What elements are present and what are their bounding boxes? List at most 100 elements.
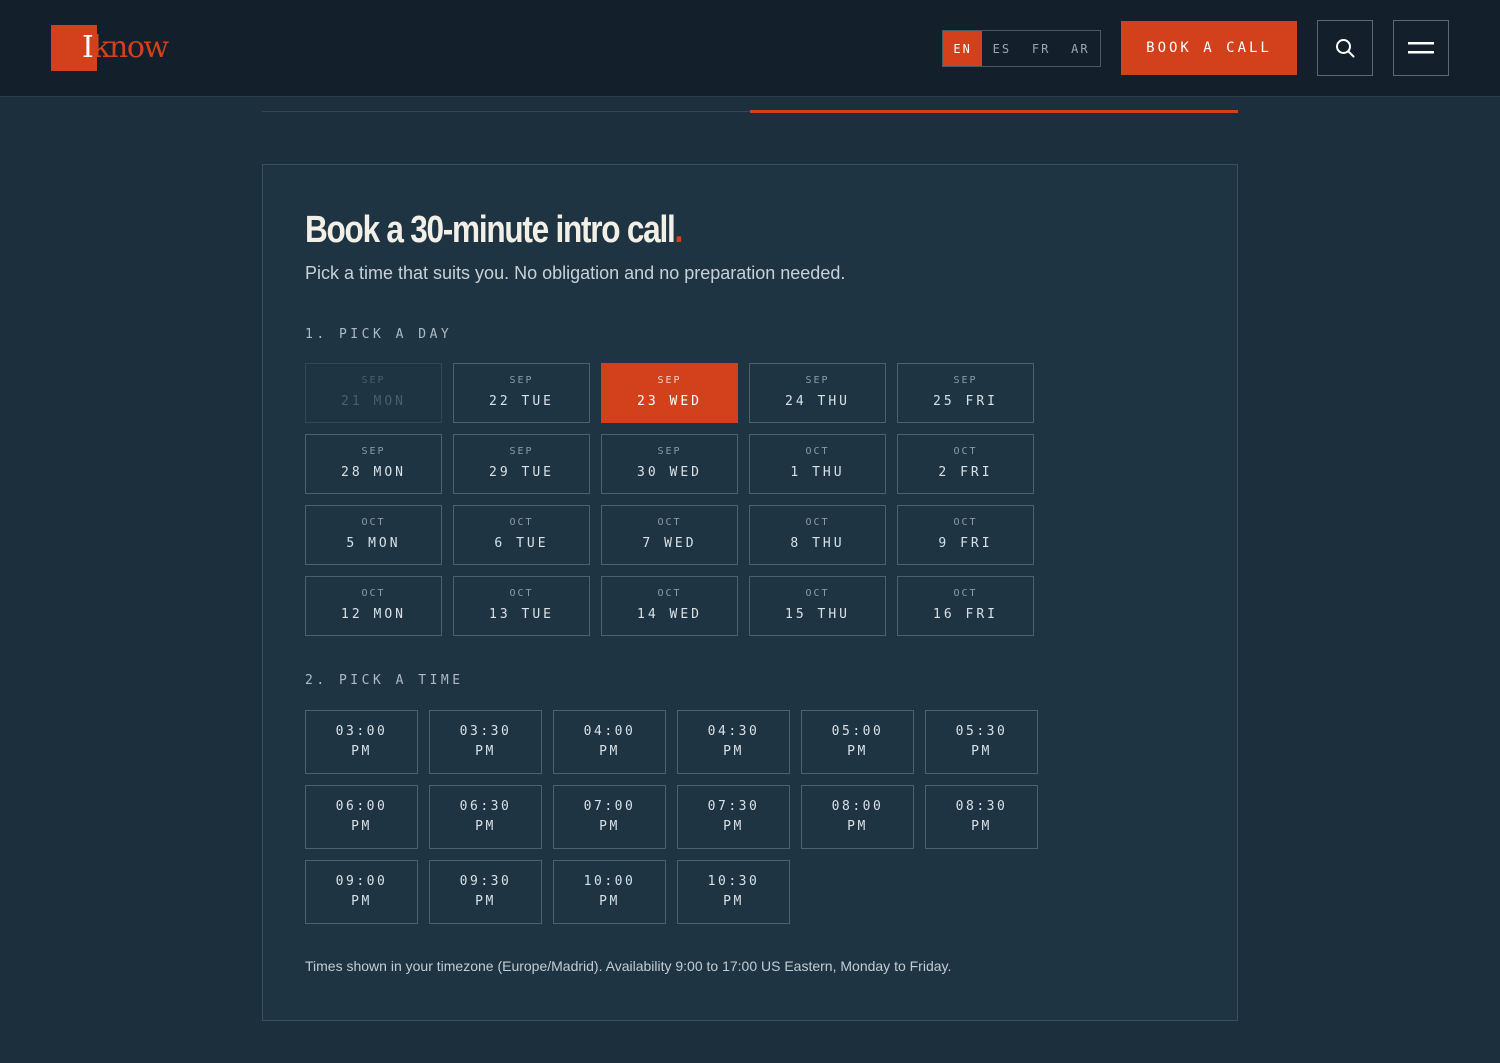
time-value: 06:30 [459, 799, 512, 814]
time-period: PM [599, 819, 620, 834]
day-month: OCT [805, 446, 830, 457]
day-option[interactable]: SEP 25 FRI [897, 363, 1034, 423]
time-option[interactable]: 07:00 PM [553, 785, 666, 849]
time-value: 09:00 [335, 874, 388, 889]
time-period: PM [351, 894, 372, 909]
time-value: 07:30 [707, 799, 760, 814]
time-option[interactable]: 06:30 PM [429, 785, 542, 849]
time-period: PM [475, 744, 496, 759]
iknow-logo[interactable]: Iknow [51, 25, 191, 71]
day-date: 30 WED [637, 465, 702, 480]
time-option[interactable]: 03:00 PM [305, 710, 418, 774]
lang-ar[interactable]: AR [1061, 31, 1100, 66]
day-option[interactable]: SEP 30 WED [601, 434, 738, 494]
day-date: 8 THU [790, 536, 845, 551]
time-option[interactable]: 09:00 PM [305, 860, 418, 924]
day-option[interactable]: OCT 5 MON [305, 505, 442, 565]
time-period: PM [351, 744, 372, 759]
time-value: 03:30 [459, 724, 512, 739]
time-option[interactable]: 06:00 PM [305, 785, 418, 849]
day-month: SEP [953, 375, 978, 386]
time-option[interactable]: 03:30 PM [429, 710, 542, 774]
day-option[interactable]: OCT 6 TUE [453, 505, 590, 565]
time-option[interactable]: 07:30 PM [677, 785, 790, 849]
time-option[interactable]: 04:30 PM [677, 710, 790, 774]
day-option[interactable]: OCT 8 THU [749, 505, 886, 565]
time-option[interactable]: 08:30 PM [925, 785, 1038, 849]
time-period: PM [723, 894, 744, 909]
day-month: OCT [657, 588, 682, 599]
time-value: 06:00 [335, 799, 388, 814]
timezone-note: Times shown in your timezone (Europe/Mad… [305, 958, 952, 974]
day-month: OCT [509, 588, 534, 599]
day-option[interactable]: OCT 2 FRI [897, 434, 1034, 494]
day-option[interactable]: OCT 16 FRI [897, 576, 1034, 636]
day-month: OCT [953, 588, 978, 599]
search-button[interactable] [1317, 20, 1373, 76]
day-date: 24 THU [785, 394, 850, 409]
time-option[interactable]: 10:00 PM [553, 860, 666, 924]
time-period: PM [847, 744, 868, 759]
lang-fr[interactable]: FR [1022, 31, 1061, 66]
day-month: SEP [657, 375, 682, 386]
time-period: PM [599, 894, 620, 909]
time-period: PM [847, 819, 868, 834]
time-period: PM [475, 894, 496, 909]
day-option[interactable]: SEP 28 MON [305, 434, 442, 494]
day-option[interactable]: OCT 9 FRI [897, 505, 1034, 565]
pick-time-label: 2. PICK A TIME [305, 673, 464, 688]
day-month: OCT [953, 517, 978, 528]
language-switcher: EN ES FR AR [942, 30, 1101, 67]
lang-en[interactable]: EN [943, 31, 983, 66]
day-date: 2 FRI [938, 465, 993, 480]
day-option[interactable]: SEP 23 WED [601, 363, 738, 423]
time-value: 05:30 [955, 724, 1008, 739]
logo-wordmark: Iknow [82, 30, 169, 65]
time-period: PM [971, 819, 992, 834]
page-title: Book a 30-minute intro call. [305, 209, 683, 251]
day-month: OCT [805, 588, 830, 599]
day-month: OCT [361, 588, 386, 599]
day-option[interactable]: OCT 7 WED [601, 505, 738, 565]
day-date: 29 TUE [489, 465, 554, 480]
day-option[interactable]: OCT 15 THU [749, 576, 886, 636]
time-option[interactable]: 08:00 PM [801, 785, 914, 849]
time-value: 08:00 [831, 799, 884, 814]
day-option[interactable]: SEP 22 TUE [453, 363, 590, 423]
day-option[interactable]: OCT 14 WED [601, 576, 738, 636]
day-month: SEP [361, 375, 386, 386]
day-month: SEP [805, 375, 830, 386]
day-date: 22 TUE [489, 394, 554, 409]
time-value: 10:00 [583, 874, 636, 889]
time-option[interactable]: 09:30 PM [429, 860, 542, 924]
day-option[interactable]: OCT 12 MON [305, 576, 442, 636]
time-period: PM [723, 819, 744, 834]
day-date: 7 WED [642, 536, 697, 551]
day-picker: SEP 21 MON SEP 22 TUE SEP 23 WED SEP 24 THU SEP 2… [305, 363, 1036, 636]
day-date: 15 THU [785, 607, 850, 622]
time-option[interactable]: 05:00 PM [801, 710, 914, 774]
time-value: 05:00 [831, 724, 884, 739]
day-date: 6 TUE [494, 536, 549, 551]
lang-es[interactable]: ES [982, 31, 1021, 66]
day-option[interactable]: SEP 24 THU [749, 363, 886, 423]
day-date: 14 WED [637, 607, 702, 622]
time-option[interactable]: 04:00 PM [553, 710, 666, 774]
day-option[interactable]: SEP 29 TUE [453, 434, 590, 494]
menu-button[interactable] [1393, 20, 1449, 76]
day-date: 23 WED [637, 394, 702, 409]
time-option[interactable]: 10:30 PM [677, 860, 790, 924]
day-date: 28 MON [341, 465, 406, 480]
day-option[interactable]: OCT 1 THU [749, 434, 886, 494]
search-icon [1336, 39, 1355, 58]
day-month: OCT [953, 446, 978, 457]
day-option[interactable]: OCT 13 TUE [453, 576, 590, 636]
time-period: PM [351, 819, 372, 834]
day-date: 13 TUE [489, 607, 554, 622]
time-option[interactable]: 05:30 PM [925, 710, 1038, 774]
time-period: PM [475, 819, 496, 834]
day-month: OCT [509, 517, 534, 528]
day-month: SEP [657, 446, 682, 457]
book-a-call-button[interactable]: BOOK A CALL [1121, 21, 1297, 75]
day-date: 1 THU [790, 465, 845, 480]
